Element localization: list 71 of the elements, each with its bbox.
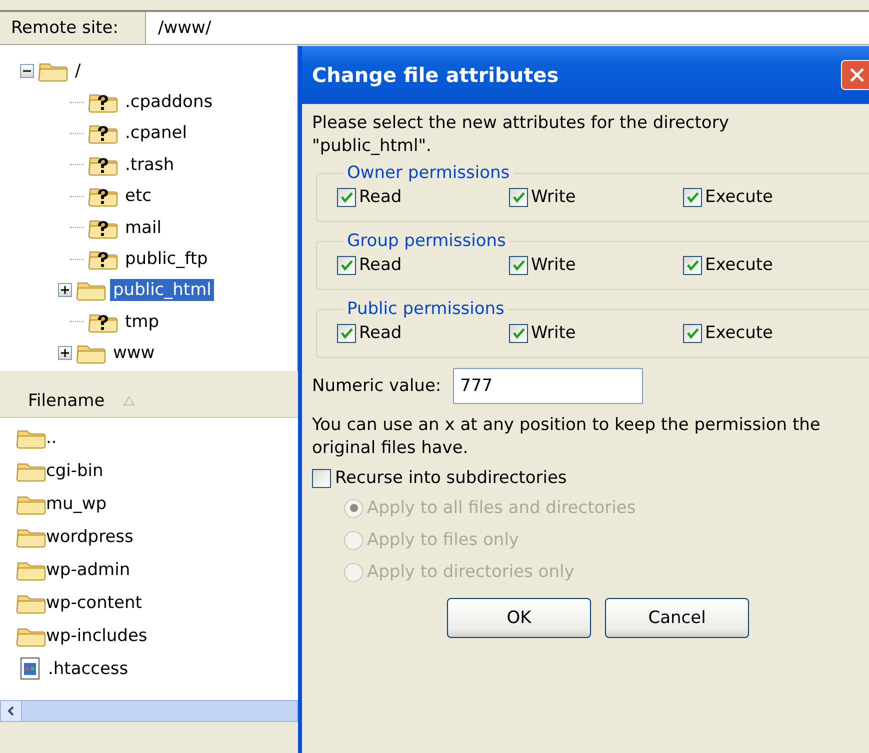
- permission-checkbox[interactable]: Write: [509, 255, 683, 275]
- file-name[interactable]: wp-content: [46, 592, 142, 612]
- checkmark-icon: [340, 260, 352, 270]
- file-name[interactable]: wp-admin: [46, 560, 130, 580]
- permission-checkbox[interactable]: Write: [509, 323, 683, 343]
- prompt-text: Please select the new attributes for the directory: [312, 112, 730, 135]
- recurse-checkbox[interactable]: Recurse into subdirectories: [312, 468, 869, 488]
- close-button[interactable]: [841, 60, 869, 90]
- permission-checkbox[interactable]: Read: [337, 187, 509, 207]
- permission-checkbox[interactable]: Execute: [683, 255, 869, 275]
- numeric-value-label: Numeric value:: [312, 376, 442, 396]
- horizontal-scrollbar[interactable]: [0, 700, 298, 722]
- tree-item[interactable]: /: [72, 60, 84, 82]
- permission-checkbox[interactable]: Execute: [683, 187, 869, 207]
- checkbox[interactable]: [683, 256, 702, 274]
- tree-item[interactable]: .trash: [122, 154, 178, 176]
- tree-item[interactable]: .cpaddons: [122, 91, 216, 114]
- expand-icon[interactable]: [58, 346, 72, 360]
- numeric-value-field[interactable]: 777: [453, 368, 644, 404]
- tree-item[interactable]: etc: [122, 185, 154, 208]
- group-title: Group permissions: [346, 231, 507, 251]
- hint-text: You can use an x at any position to keep the permission the: [312, 414, 822, 437]
- chevron-left-icon: [7, 706, 15, 716]
- permission-checkbox[interactable]: Read: [337, 255, 509, 275]
- file-icon: [20, 656, 42, 680]
- checkmark-icon: [340, 328, 352, 338]
- checkbox[interactable]: [337, 324, 356, 342]
- tree-item[interactable]: tmp: [122, 310, 162, 333]
- tree-item[interactable]: public_ftp: [122, 248, 211, 270]
- checkmark-icon: [686, 328, 698, 338]
- checkmark-icon: [512, 328, 524, 338]
- tree-item[interactable]: public_html: [110, 279, 214, 302]
- close-icon: [848, 67, 864, 83]
- column-title: Filename: [28, 390, 105, 410]
- checkbox[interactable]: [683, 188, 702, 206]
- tree-item[interactable]: mail: [122, 216, 164, 239]
- checkmark-icon: [340, 192, 352, 202]
- checkmark-icon: [686, 192, 698, 202]
- tree-item[interactable]: www: [110, 342, 158, 364]
- tree-item[interactable]: .cpanel: [122, 122, 190, 144]
- permission-checkbox[interactable]: Read: [337, 323, 509, 343]
- group-title: Owner permissions: [346, 163, 511, 183]
- checkbox[interactable]: [337, 256, 356, 274]
- file-name[interactable]: wordpress: [46, 526, 134, 546]
- permission-checkbox[interactable]: Write: [509, 187, 683, 207]
- checkmark-icon: [512, 260, 524, 270]
- permission-checkbox[interactable]: Execute: [683, 323, 869, 343]
- file-name[interactable]: mu_wp: [46, 494, 107, 514]
- sort-ascending-icon: [122, 396, 135, 406]
- collapse-icon[interactable]: [20, 64, 34, 78]
- dialog-title: Change file attributes: [312, 63, 559, 87]
- checkbox[interactable]: [312, 468, 331, 488]
- file-name[interactable]: cgi-bin: [46, 460, 104, 480]
- remote-path-field[interactable]: /www/: [146, 12, 869, 44]
- checkbox[interactable]: [683, 324, 702, 342]
- hint-text: original files have.: [312, 437, 470, 460]
- checkbox[interactable]: [509, 188, 528, 206]
- cancel-button[interactable]: Cancel: [605, 598, 749, 638]
- checkmark-icon: [686, 260, 698, 270]
- file-name[interactable]: .htaccess: [48, 658, 128, 678]
- scroll-left-button[interactable]: [1, 701, 22, 721]
- file-name[interactable]: wp-includes: [46, 626, 148, 646]
- checkbox[interactable]: [509, 256, 528, 274]
- file-name[interactable]: ..: [46, 428, 57, 448]
- checkbox[interactable]: [509, 324, 528, 342]
- checkbox[interactable]: [337, 188, 356, 206]
- group-title: Public permissions: [346, 299, 506, 319]
- checkmark-icon: [512, 192, 524, 202]
- ok-button[interactable]: OK: [447, 598, 591, 638]
- prompt-text: "public_html".: [312, 135, 432, 158]
- expand-icon[interactable]: [58, 283, 72, 298]
